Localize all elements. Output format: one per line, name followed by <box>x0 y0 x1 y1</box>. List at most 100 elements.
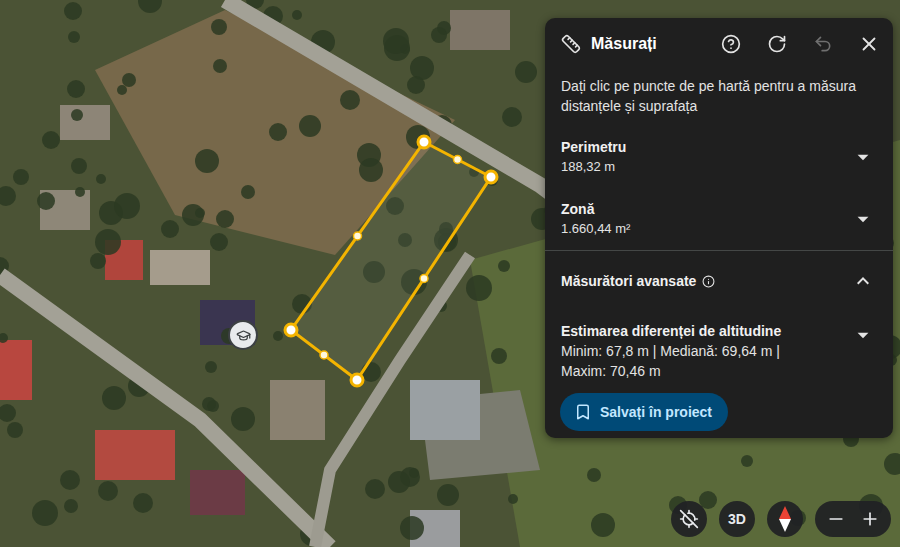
zoom-out-button[interactable] <box>819 501 853 537</box>
tree <box>884 453 900 475</box>
tree <box>117 85 127 95</box>
tree <box>466 275 492 301</box>
vertex-handle[interactable] <box>285 324 297 336</box>
view-mode-button[interactable]: 3D <box>719 501 755 537</box>
tree <box>587 468 601 482</box>
school-pin[interactable] <box>228 320 258 350</box>
arrow-down-icon <box>850 144 876 170</box>
tree <box>64 2 82 20</box>
road <box>225 0 560 200</box>
measure-panel: Măsurați Dați clic pe puncte de pe hartă … <box>545 18 893 438</box>
advanced-toggle[interactable] <box>849 267 877 295</box>
plus-icon <box>860 509 880 529</box>
panel-description: Dați clic pe puncte de pe hartă pentru a… <box>545 70 893 126</box>
measure-text: Zonă1.660,44 m² <box>561 199 841 239</box>
tree <box>0 186 16 206</box>
building <box>450 10 510 50</box>
tree <box>161 220 179 238</box>
map-ground <box>0 0 900 547</box>
vertex-handle[interactable] <box>418 136 430 148</box>
expand-toggle[interactable] <box>849 205 877 233</box>
chevron-up-icon <box>851 269 875 293</box>
advanced-item-label: Estimarea diferenței de altitudine <box>561 321 841 341</box>
tree <box>498 260 510 272</box>
tree <box>67 80 85 98</box>
tree <box>133 493 153 513</box>
undo-button[interactable] <box>805 26 841 62</box>
tree <box>269 123 287 141</box>
tree <box>359 158 383 182</box>
divider <box>545 250 893 251</box>
tree <box>138 0 162 13</box>
tree <box>508 494 518 504</box>
tree <box>71 109 83 121</box>
tree <box>205 361 217 373</box>
tree <box>71 158 87 174</box>
measure-row[interactable]: Zonă1.660,44 m² <box>545 188 893 250</box>
midpoint-handle[interactable] <box>420 275 428 283</box>
building <box>95 430 175 480</box>
tree <box>211 19 227 35</box>
midpoint-handle[interactable] <box>320 351 328 359</box>
tree <box>64 499 78 513</box>
save-button[interactable]: Salvați în proiect <box>560 393 728 431</box>
building <box>0 340 32 400</box>
tree <box>90 253 106 269</box>
midpoint-handle[interactable] <box>454 156 462 164</box>
bookmark-icon <box>574 403 592 421</box>
tree <box>241 185 255 199</box>
tree <box>37 192 55 210</box>
close-icon <box>858 33 880 55</box>
location-button[interactable] <box>671 501 707 537</box>
tree <box>299 115 321 137</box>
tree <box>388 471 410 493</box>
tree <box>202 397 216 411</box>
button-bar: Salvați în proiect <box>545 387 893 438</box>
vertex-handle[interactable] <box>485 171 497 183</box>
arrow-down-icon <box>850 322 876 348</box>
advanced-row[interactable]: Estimarea diferenței de altitudineMinim:… <box>545 311 893 387</box>
tree <box>491 348 507 364</box>
refresh-button[interactable] <box>759 26 795 62</box>
compass-button[interactable] <box>767 501 803 537</box>
expand-toggle[interactable] <box>849 321 877 349</box>
tree <box>7 422 23 438</box>
tree <box>216 210 234 228</box>
tree <box>431 27 447 43</box>
midpoint-handle[interactable] <box>354 232 362 240</box>
road <box>0 275 330 547</box>
help-button[interactable] <box>713 26 749 62</box>
measure-polygon[interactable] <box>291 142 491 380</box>
measure-value: 1.660,44 m² <box>561 219 841 239</box>
help-icon <box>721 34 741 54</box>
building <box>150 250 210 285</box>
tree <box>292 10 302 20</box>
arrow-down-icon <box>850 206 876 232</box>
tree <box>98 481 118 501</box>
measure-row[interactable]: Perimetru188,32 m <box>545 126 893 188</box>
tree <box>213 59 227 73</box>
tree <box>114 193 140 219</box>
tree <box>0 333 8 343</box>
building <box>190 470 245 515</box>
tree <box>13 169 29 185</box>
tree <box>102 386 126 410</box>
panel-title: Măsurați <box>591 35 703 53</box>
expand-toggle[interactable] <box>849 143 877 171</box>
tree <box>437 484 459 506</box>
tree <box>195 208 205 218</box>
close-button[interactable] <box>851 26 887 62</box>
info-icon[interactable] <box>702 275 715 288</box>
tree <box>409 468 419 478</box>
advanced-header[interactable]: Măsurători avansate <box>545 251 893 311</box>
building <box>60 105 110 140</box>
tree <box>75 187 85 197</box>
tree <box>407 76 425 94</box>
building <box>270 380 325 440</box>
tree <box>591 513 615 537</box>
tree <box>182 204 204 226</box>
advanced-text: Estimarea diferenței de altitudineMinim:… <box>561 321 841 381</box>
vertex-handle[interactable] <box>351 374 363 386</box>
minus-icon <box>826 509 846 529</box>
zoom-in-button[interactable] <box>853 501 887 537</box>
